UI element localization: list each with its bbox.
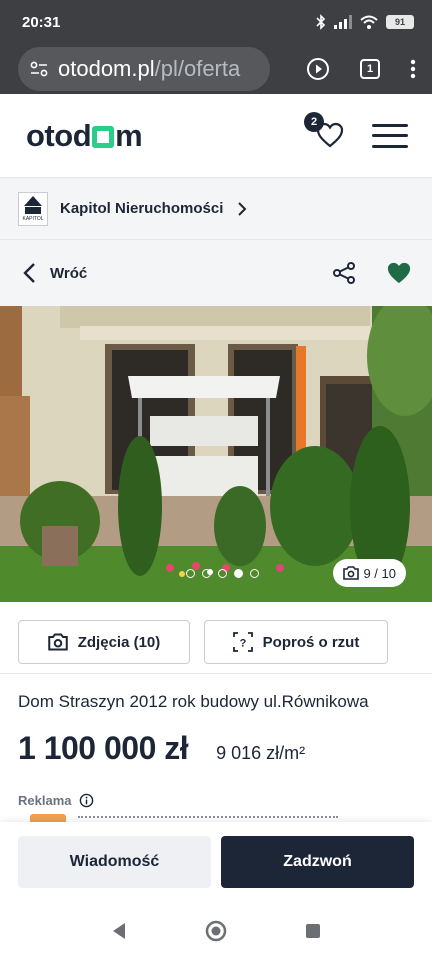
back-link[interactable]: Wróć [50,265,87,282]
listing-title: Dom Straszyn 2012 rok budowy ul.Równikow… [18,692,369,711]
url-path: /pl/oferta [154,56,241,81]
listing-actions [332,261,412,285]
request-floor-plan-button[interactable]: ? Poproś o rzut [204,620,388,664]
back-bar: Wróć [0,240,432,306]
section-divider [0,673,432,674]
listing-price: 1 100 000 zł [18,730,189,766]
agency-name: Kapitol Nieruchomości [60,200,224,217]
tabs-icon[interactable]: 1 [360,59,380,79]
contact-bar: Wiadomość Zadzwoń [0,822,432,902]
svg-text:?: ? [239,638,246,650]
play-icon[interactable] [306,57,330,81]
browser-toolbar: otodom.pl/pl/oferta 1 [0,44,432,94]
photo-counter[interactable]: 9 / 10 [333,559,406,587]
agency-logo-text: KAPITOL [22,215,44,222]
chevron-right-icon [238,201,247,216]
media-actions: Zdjęcia (10) ? Poproś o rzut [18,620,388,664]
gallery-dot[interactable] [202,569,211,578]
camera-icon [343,566,360,580]
gallery-dot[interactable] [218,569,227,578]
gallery-pagination [186,569,259,578]
home-circle-icon[interactable] [205,920,227,942]
ad-text-cutoff [78,816,338,820]
battery-icon: 91 [386,15,414,29]
logo-text-end: m [115,117,143,153]
gallery-dot-active[interactable] [234,569,243,578]
info-icon[interactable] [79,793,94,808]
chevron-left-icon[interactable] [22,262,36,284]
recents-square-icon[interactable] [305,923,321,939]
url-text: otodom.pl/pl/oferta [58,56,240,82]
browser-actions: 1 [306,57,422,81]
gallery-dot[interactable] [186,569,195,578]
system-nav-bar [0,902,432,960]
status-bar: 20:31 91 [0,0,432,44]
bluetooth-icon [316,14,326,30]
agency-bar[interactable]: KAPITOL Kapitol Nieruchomości [0,178,432,240]
logo-text-start: otod [26,117,92,153]
url-bar[interactable]: otodom.pl/pl/oferta [18,47,270,91]
status-icons: 91 [316,14,414,30]
call-button[interactable]: Zadzwoń [221,836,414,888]
agency-logo: KAPITOL [18,191,48,226]
listing-photo [0,306,432,602]
price-per-sqm: 9 016 zł/m² [216,743,306,763]
wifi-icon [360,15,378,29]
favorites-count-badge: 2 [304,111,324,132]
photo-gallery[interactable]: 9 / 10 [0,306,432,602]
site-settings-icon[interactable] [30,61,48,77]
otodom-logo[interactable]: otod m [26,117,143,154]
message-button[interactable]: Wiadomość [18,836,211,888]
logo-square [92,125,115,148]
photo-counter-text: 9 / 10 [363,565,396,581]
favorites-button[interactable]: 2 [304,111,344,150]
url-domain: otodom.pl [58,56,155,81]
photos-button-label: Zdjęcia (10) [77,633,161,651]
request-floor-plan-label: Poproś o rzut [262,633,360,651]
header-actions: 2 [304,111,408,150]
ad-thumbnail [30,814,66,822]
ad-content-peek[interactable] [18,814,432,822]
site-header: otod m 2 [0,94,432,178]
status-time: 20:31 [22,13,61,31]
signal-icon [334,15,352,29]
camera-icon [47,633,68,651]
gallery-dot[interactable] [250,569,259,578]
price-row: 1 100 000 zł 9 016 zł/m² [18,730,305,767]
floor-plan-icon: ? [232,632,253,652]
more-vertical-icon[interactable] [410,59,416,79]
ad-label-row: Reklama [18,793,94,808]
photos-button[interactable]: Zdjęcia (10) [18,620,190,664]
back-triangle-icon[interactable] [111,922,127,940]
share-icon[interactable] [332,261,356,285]
ad-label: Reklama [18,793,72,808]
heart-filled-icon[interactable] [386,261,412,285]
hamburger-menu-icon[interactable] [372,123,408,148]
